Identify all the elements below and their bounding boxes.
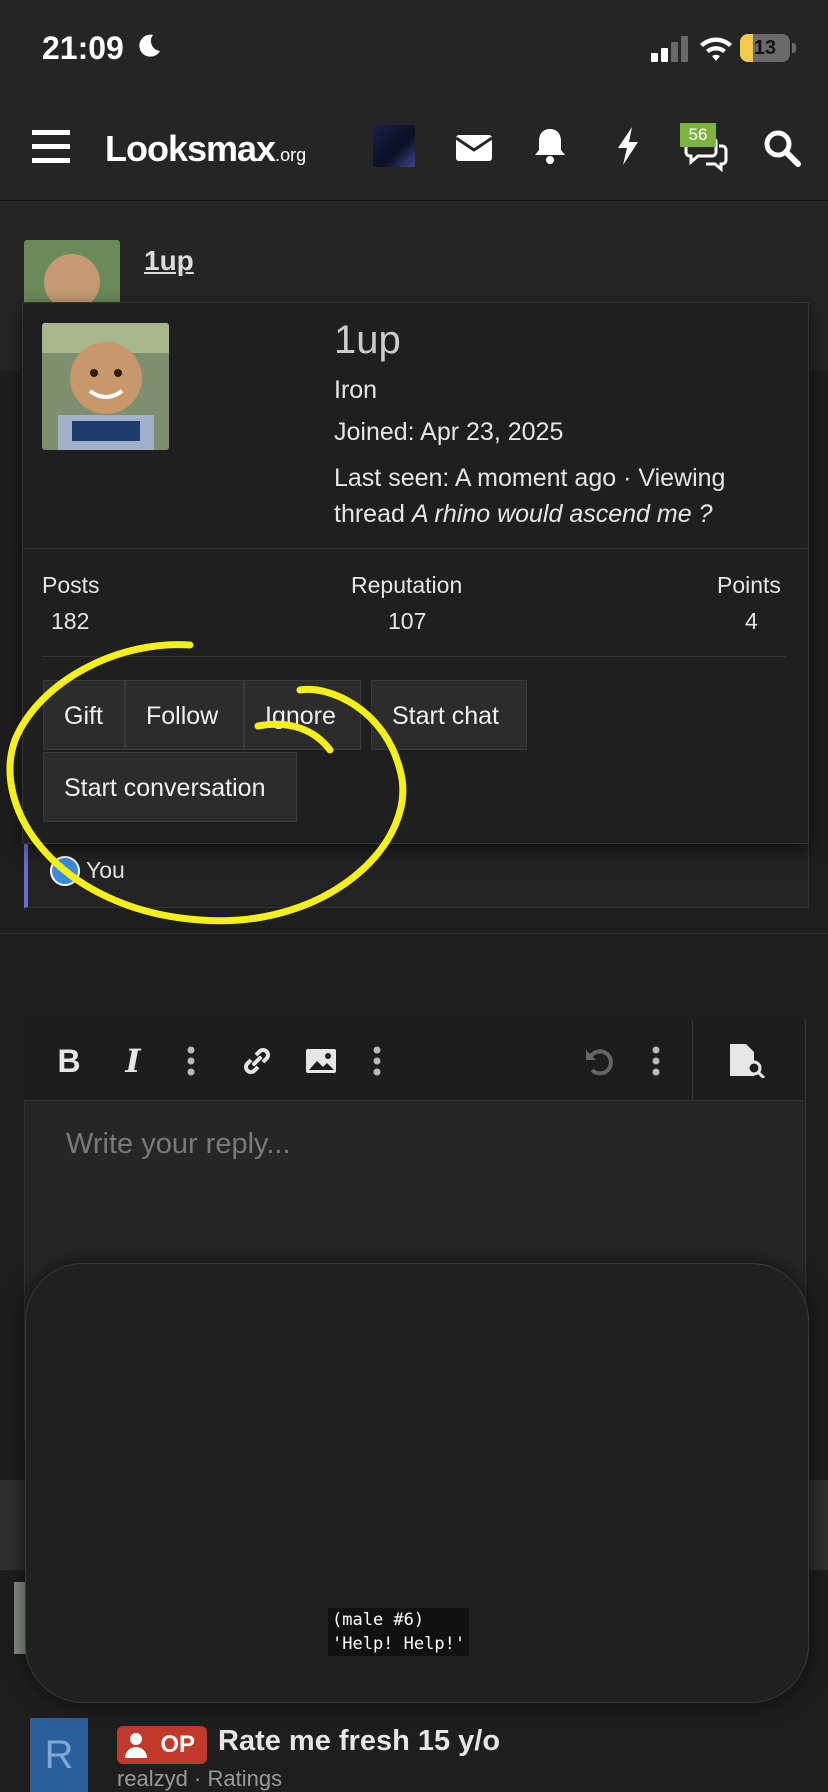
link-icon[interactable] <box>240 1044 274 1078</box>
preview-icon[interactable] <box>728 1044 768 1078</box>
divider <box>22 548 807 549</box>
lightning-icon[interactable] <box>606 124 650 168</box>
bold-icon[interactable]: B <box>52 1044 86 1078</box>
battery-cap <box>792 43 796 53</box>
caption-text: (male #6) 'Help! Help!' <box>328 1608 470 1656</box>
image-icon[interactable] <box>304 1044 338 1078</box>
member-last-seen: Last seen: A moment ago · Viewing thread… <box>334 460 784 532</box>
thread-author-avatar[interactable]: R <box>30 1718 88 1792</box>
points-label: Points <box>717 572 781 598</box>
site-logo[interactable]: Looksmax.org <box>105 128 306 170</box>
battery-icon: 13 <box>740 34 790 62</box>
undo-icon[interactable] <box>582 1044 616 1078</box>
envelope-icon[interactable] <box>452 126 496 170</box>
posts-label: Posts <box>42 572 100 598</box>
post-author-name[interactable]: 1up <box>144 245 194 277</box>
more-options-icon[interactable] <box>639 1044 673 1078</box>
reputation-label: Reputation <box>351 572 463 598</box>
search-icon[interactable] <box>760 126 804 170</box>
thread-meta: realzyd · Ratings <box>117 1766 283 1791</box>
more-options-icon[interactable] <box>360 1044 394 1078</box>
logo-suffix: .org <box>275 145 307 165</box>
status-time: 21:09 <box>42 30 124 66</box>
user-icon <box>125 1733 147 1758</box>
bell-icon[interactable] <box>528 124 572 168</box>
chat-count-badge: 56 <box>680 123 716 147</box>
moon-icon <box>139 34 160 57</box>
italic-icon[interactable]: I <box>116 1044 150 1078</box>
user-avatar[interactable] <box>373 125 415 167</box>
member-rank: Iron <box>334 376 378 404</box>
last-seen-thread[interactable]: A rhino would ascend me ? <box>412 500 713 528</box>
hamburger-menu-icon[interactable] <box>30 125 74 169</box>
points-value[interactable]: 4 <box>745 608 758 635</box>
cellular-signal-icon <box>651 36 688 62</box>
logo-text: Looksmax <box>105 128 276 169</box>
member-avatar[interactable] <box>42 323 169 450</box>
more-options-icon[interactable] <box>174 1044 208 1078</box>
reply-input-placeholder[interactable]: Write your reply... <box>66 1128 291 1161</box>
member-name[interactable]: 1up <box>334 318 401 363</box>
member-joined: Joined: Apr 23, 2025 <box>334 418 564 446</box>
wifi-icon <box>700 37 732 61</box>
battery-level: 13 <box>753 37 777 59</box>
toolbar-separator <box>692 1020 693 1100</box>
op-tag-label: OP <box>160 1731 195 1758</box>
thread-title[interactable]: Rate me fresh 15 y/o <box>218 1725 500 1758</box>
annotation-circle <box>6 641 407 925</box>
